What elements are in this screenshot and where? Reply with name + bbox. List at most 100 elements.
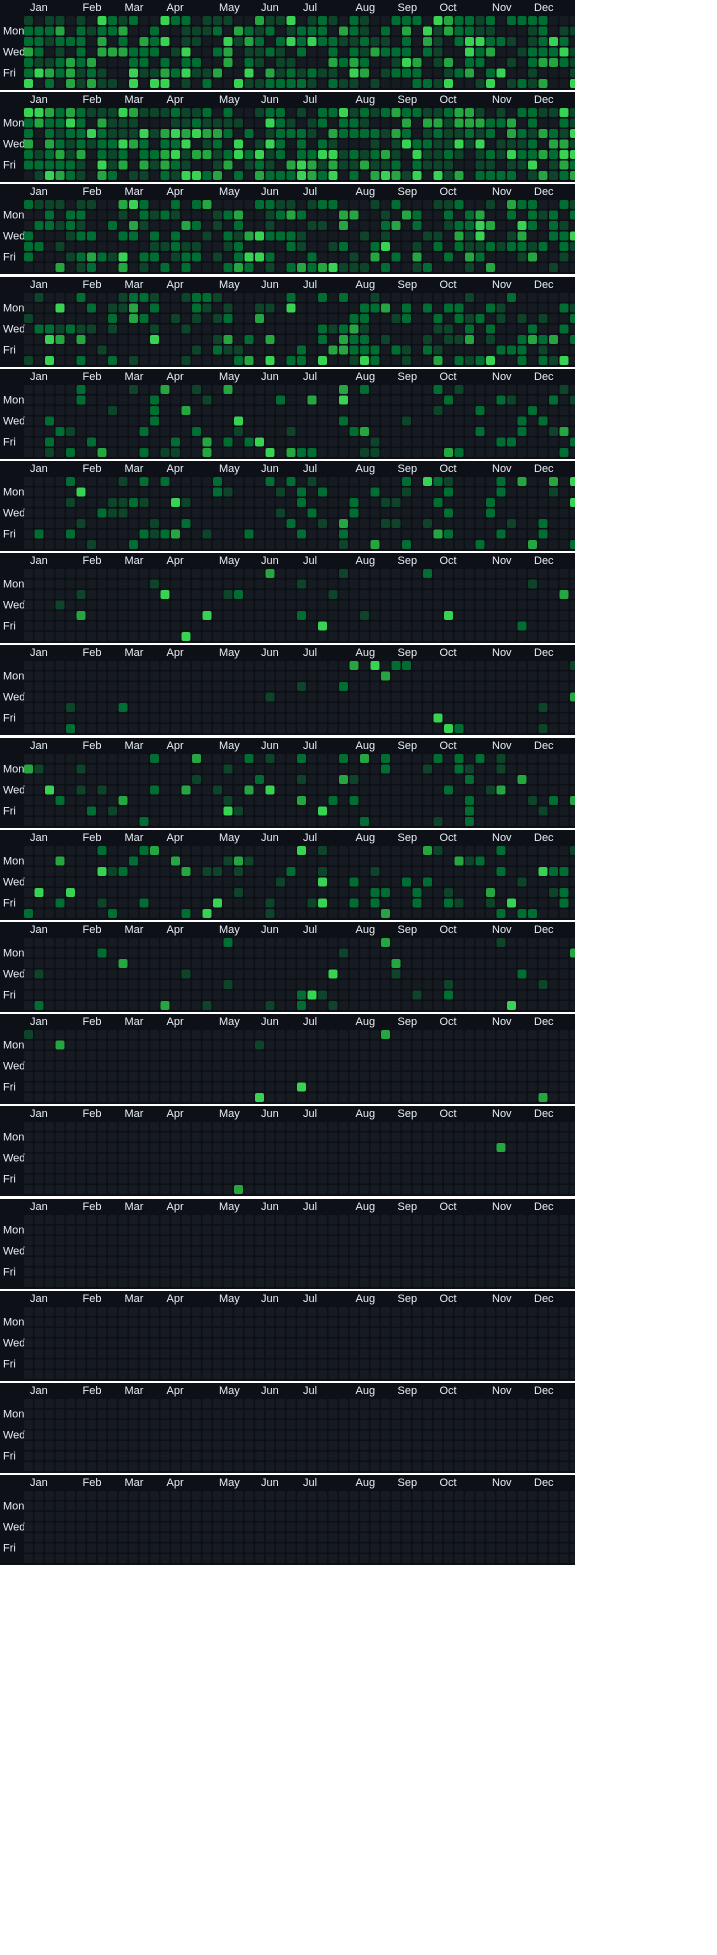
- day-cell: [55, 221, 65, 230]
- day-cell: [223, 1082, 233, 1092]
- month-label-sep: Sep: [398, 2, 418, 14]
- day-cell: [507, 775, 516, 784]
- day-cell: [307, 139, 317, 149]
- day-cell: [297, 611, 306, 620]
- day-cell: [486, 416, 495, 426]
- day-cell: [181, 324, 191, 334]
- day-cell: [318, 682, 327, 691]
- day-cell: [244, 448, 254, 457]
- day-cell: [517, 406, 527, 415]
- day-cell: [213, 293, 222, 302]
- month-label-jul: Jul: [303, 740, 317, 752]
- day-cell: [213, 724, 222, 733]
- day-cell: [118, 231, 128, 241]
- day-cell: [570, 1093, 575, 1102]
- day-cell: [108, 938, 117, 947]
- day-cell: [139, 969, 149, 979]
- day-cell: [118, 314, 128, 323]
- day-cell: [307, 47, 317, 57]
- day-cell: [223, 335, 233, 344]
- day-cell: [108, 487, 117, 497]
- calendar-row-2: Jan Feb Mar Apr May Jun Jul Aug Sep Oct Nov Dec Mon W…: [0, 92, 575, 182]
- day-cell: [244, 68, 254, 78]
- day-cell: [34, 385, 44, 394]
- day-cell: [55, 150, 65, 159]
- day-cell: [286, 959, 296, 968]
- day-cell: [24, 724, 33, 733]
- day-cell: [202, 1061, 212, 1071]
- day-cell: [244, 498, 254, 507]
- day-cell: [118, 263, 128, 272]
- day-cell: [549, 590, 558, 599]
- day-cell: [360, 448, 369, 457]
- day-cell: [160, 406, 170, 415]
- day-cell: [349, 210, 359, 220]
- day-cell: [286, 888, 296, 897]
- day-cell: [349, 1164, 359, 1173]
- day-cell: [97, 1093, 107, 1102]
- day-cell: [381, 1001, 390, 1010]
- day-cell: [45, 754, 54, 763]
- day-cell: [391, 47, 401, 57]
- day-cell: [181, 1051, 191, 1060]
- day-cell: [55, 171, 65, 180]
- day-cell: [192, 519, 201, 528]
- day-cell: [108, 1061, 117, 1071]
- day-cell: [150, 980, 159, 989]
- day-cell: [486, 68, 495, 78]
- day-cell: [76, 345, 86, 355]
- day-cell: [129, 406, 138, 415]
- day-cell: [55, 108, 65, 117]
- day-cell: [528, 108, 537, 117]
- day-cell: [402, 600, 411, 610]
- day-cell: [139, 898, 149, 908]
- day-cell: [97, 200, 107, 209]
- day-cell: [139, 118, 149, 128]
- day-cell: [370, 293, 380, 302]
- day-cell: [370, 437, 380, 447]
- day-cell: [234, 764, 243, 774]
- day-cell: [118, 1174, 128, 1184]
- day-cell: [265, 785, 275, 795]
- day-cell: [465, 959, 474, 968]
- day-cell: [433, 856, 443, 866]
- day-cell: [517, 796, 527, 805]
- day-cell: [549, 487, 558, 497]
- day-cell: [97, 356, 107, 365]
- month-label-apr: Apr: [167, 186, 184, 198]
- day-cell: [192, 79, 201, 88]
- day-cell: [465, 448, 474, 457]
- day-cell: [45, 856, 54, 866]
- day-cell: [66, 846, 75, 855]
- month-label-feb: Feb: [83, 1016, 102, 1028]
- day-cell: [202, 888, 212, 897]
- day-cell: [444, 529, 453, 539]
- day-cell: [129, 314, 138, 323]
- day-cell: [391, 754, 401, 763]
- day-cell: [160, 1030, 170, 1039]
- day-cell: [244, 796, 254, 805]
- day-cell: [255, 1030, 264, 1039]
- day-cell: [118, 980, 128, 989]
- month-label-aug: Aug: [356, 740, 376, 752]
- day-cell: [507, 118, 516, 128]
- day-cell: [234, 990, 243, 1000]
- day-cell: [318, 498, 327, 507]
- day-cell: [223, 160, 233, 170]
- day-cell: [45, 692, 54, 702]
- day-cell: [517, 1072, 527, 1081]
- day-cell: [76, 26, 86, 36]
- day-cell: [297, 160, 306, 170]
- day-cell: [370, 590, 380, 599]
- day-cell: [192, 806, 201, 816]
- day-cell: [87, 724, 96, 733]
- day-cell: [129, 1001, 138, 1010]
- day-cell: [570, 959, 575, 968]
- day-cell: [559, 324, 569, 334]
- day-cell: [181, 416, 191, 426]
- day-cell: [108, 171, 117, 180]
- day-cell: [286, 877, 296, 887]
- day-cell: [66, 600, 75, 610]
- day-cell: [276, 959, 285, 968]
- day-cell: [202, 1143, 212, 1152]
